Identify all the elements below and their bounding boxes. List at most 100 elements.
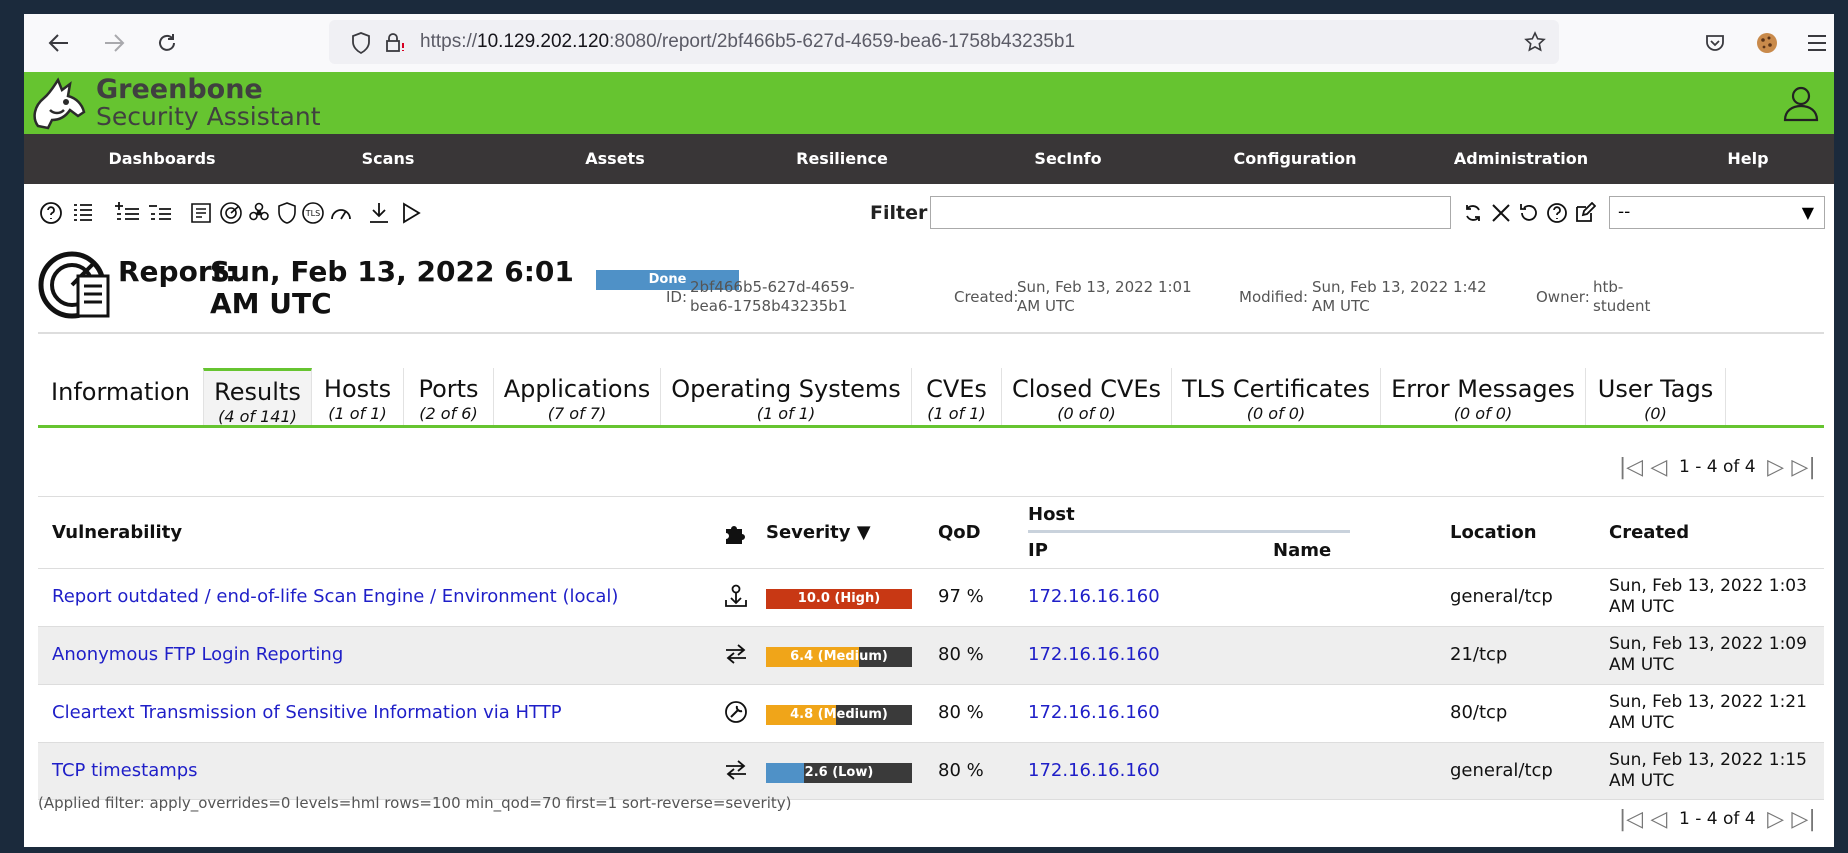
filter-help-icon[interactable]: [1545, 200, 1569, 226]
menu-assets[interactable]: Assets: [502, 134, 728, 184]
edit-filter-icon[interactable]: [1573, 200, 1597, 226]
tab-label: Information: [51, 378, 190, 406]
tab-results[interactable]: Results (4 of 141): [203, 368, 312, 426]
refresh-filter-icon[interactable]: [1461, 200, 1485, 226]
col-location[interactable]: Location: [1450, 522, 1537, 543]
menu-administration[interactable]: Administration: [1408, 134, 1634, 184]
menu-dashboards[interactable]: Dashboards: [49, 134, 275, 184]
created-value: Sun, Feb 13, 2022 1:03 AM UTC: [1609, 576, 1807, 618]
menu-configuration[interactable]: Configuration: [1182, 134, 1408, 184]
menu-scans[interactable]: Scans: [275, 134, 501, 184]
vulnerabilities-biohazard-icon[interactable]: [246, 200, 272, 226]
col-vulnerability[interactable]: Vulnerability: [52, 522, 182, 543]
remove-from-assets-icon[interactable]: [146, 200, 174, 226]
tab-label: TLS Certificates: [1181, 375, 1371, 403]
performance-gauge-icon[interactable]: [328, 200, 354, 226]
last-page-icon[interactable]: ▷|: [1790, 807, 1818, 832]
tracking-shield-icon[interactable]: [351, 32, 371, 58]
trigger-alert-icon[interactable]: [398, 200, 424, 226]
security-shield-icon[interactable]: [274, 200, 300, 226]
task-details-icon[interactable]: [188, 200, 214, 226]
tab-operating-systems[interactable]: Operating Systems (1 of 1): [661, 368, 912, 425]
results-radar-icon[interactable]: [218, 200, 244, 226]
severity-label: 4.8 (Medium): [790, 707, 888, 722]
solution-type-icon[interactable]: [722, 520, 748, 550]
ip-link[interactable]: 172.16.16.160: [1028, 586, 1160, 607]
help-icon[interactable]: [38, 200, 64, 226]
report-title-date: Sun, Feb 13, 2022 6:01 AM UTC: [210, 255, 574, 320]
filter-label: Filter: [870, 202, 928, 224]
add-to-assets-icon[interactable]: [112, 200, 142, 226]
previous-page-icon[interactable]: ◁: [1645, 807, 1673, 832]
clear-filter-icon[interactable]: [1489, 200, 1513, 226]
previous-page-icon[interactable]: ◁: [1645, 455, 1673, 480]
reload-icon[interactable]: [152, 28, 182, 58]
menu-secinfo[interactable]: SecInfo: [955, 134, 1181, 184]
tab-count: (1 of 1): [328, 404, 387, 423]
greenbone-logo-icon[interactable]: [30, 76, 90, 136]
pocket-icon[interactable]: [1700, 28, 1730, 58]
tab-tls-certificates[interactable]: TLS Certificates (0 of 0): [1172, 368, 1381, 425]
report-tabs: Information Results (4 of 141) Hosts (1 …: [38, 368, 1824, 428]
first-page-icon[interactable]: |◁: [1617, 807, 1645, 832]
reset-filter-icon[interactable]: [1517, 200, 1541, 226]
tls-certificate-icon[interactable]: TLS: [300, 200, 326, 226]
tab-count: (4 of 141): [218, 407, 297, 426]
filter-select[interactable]: -- ▼: [1609, 196, 1825, 229]
tab-user-tags[interactable]: User Tags (0): [1586, 368, 1726, 425]
col-name[interactable]: Name: [1273, 540, 1331, 561]
user-icon[interactable]: [1782, 84, 1820, 126]
hamburger-menu-icon[interactable]: [1802, 28, 1832, 58]
applied-filter-text: (Applied filter: apply_overrides=0 level…: [38, 794, 792, 812]
vulnerability-link[interactable]: Report outdated / end-of-life Scan Engin…: [52, 586, 618, 607]
col-ip[interactable]: IP: [1028, 540, 1048, 561]
list-icon[interactable]: [70, 200, 96, 226]
tab-count: (0 of 0): [1057, 404, 1116, 423]
download-icon[interactable]: [366, 200, 392, 226]
tab-count: (1 of 1): [756, 404, 816, 423]
cookie-extension-icon[interactable]: [1752, 28, 1782, 58]
filter-select-value: --: [1618, 202, 1631, 222]
bookmark-star-icon[interactable]: [1524, 31, 1546, 57]
report-title-label: Report:: [118, 255, 237, 288]
tab-hosts[interactable]: Hosts (1 of 1): [312, 368, 404, 425]
created-line: AM UTC: [1609, 771, 1675, 791]
tab-cves[interactable]: CVEs (1 of 1): [912, 368, 1002, 425]
tab-label: Results: [214, 378, 301, 406]
vulnerability-link[interactable]: TCP timestamps: [52, 760, 198, 781]
filter-input[interactable]: [930, 196, 1451, 229]
report-header: Report: Sun, Feb 13, 2022 6:01 AM UTC Do…: [38, 240, 1824, 334]
col-severity[interactable]: Severity ▼: [766, 522, 871, 543]
next-page-icon[interactable]: ▷: [1762, 455, 1790, 480]
forward-arrow-icon[interactable]: [99, 28, 129, 58]
severity-label: 2.6 (Low): [804, 765, 874, 780]
tab-information[interactable]: Information: [38, 368, 203, 425]
address-bar[interactable]: https://10.129.202.120:8080/report/2bf46…: [329, 20, 1559, 64]
created-line: AM UTC: [1609, 597, 1675, 617]
tab-count: (0): [1644, 404, 1667, 423]
col-created[interactable]: Created: [1609, 522, 1689, 543]
vulnerability-link[interactable]: Anonymous FTP Login Reporting: [52, 644, 343, 665]
created-label: Created:: [954, 288, 1019, 306]
main-menu: Dashboards Scans Assets Resilience SecIn…: [24, 134, 1834, 184]
vulnerability-link[interactable]: Cleartext Transmission of Sensitive Info…: [52, 702, 562, 723]
menu-help[interactable]: Help: [1635, 134, 1834, 184]
url-text[interactable]: https://10.129.202.120:8080/report/2bf46…: [420, 31, 1075, 53]
severity-label: 6.4 (Medium): [790, 649, 888, 664]
tab-error-messages[interactable]: Error Messages (0 of 0): [1381, 368, 1586, 425]
col-qod[interactable]: QoD: [938, 522, 981, 543]
tab-ports[interactable]: Ports (2 of 6): [404, 368, 494, 425]
ip-link[interactable]: 172.16.16.160: [1028, 644, 1160, 665]
url-path: :8080/report/2bf466b5-627d-4659-bea6-175…: [609, 31, 1076, 52]
last-page-icon[interactable]: ▷|: [1790, 455, 1818, 480]
next-page-icon[interactable]: ▷: [1762, 807, 1790, 832]
menu-resilience[interactable]: Resilience: [729, 134, 955, 184]
back-arrow-icon[interactable]: [44, 28, 74, 58]
tab-closed-cves[interactable]: Closed CVEs (0 of 0): [1002, 368, 1172, 425]
tab-applications[interactable]: Applications (7 of 7): [494, 368, 661, 425]
lock-warning-icon[interactable]: [384, 31, 408, 59]
created-value: Sun, Feb 13, 2022 1:01 AM UTC: [1017, 278, 1192, 315]
ip-link[interactable]: 172.16.16.160: [1028, 760, 1160, 781]
ip-link[interactable]: 172.16.16.160: [1028, 702, 1160, 723]
first-page-icon[interactable]: |◁: [1617, 455, 1645, 480]
